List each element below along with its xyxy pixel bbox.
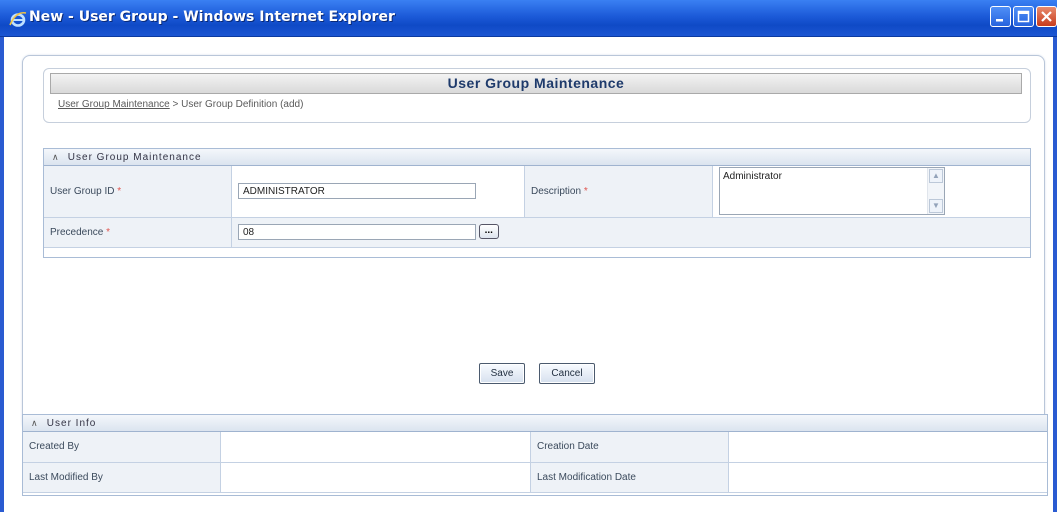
minimize-icon xyxy=(996,19,1003,22)
description-textarea[interactable]: Administrator ▲ ▼ xyxy=(719,167,945,216)
breadcrumb-link-user-group-maintenance[interactable]: User Group Maintenance xyxy=(58,99,170,110)
precedence-label: Precedence xyxy=(50,226,104,238)
last-modified-by-value xyxy=(220,462,531,493)
user-group-id-label-cell: User Group ID * xyxy=(44,166,232,218)
description-scrollbar[interactable]: ▲ ▼ xyxy=(927,168,944,215)
user-info-table: Created By Creation Date Last Modified B… xyxy=(23,432,1047,493)
close-icon xyxy=(1041,11,1052,22)
maximize-icon xyxy=(1017,10,1030,23)
last-modification-date-label: Last Modification Date xyxy=(530,462,729,493)
close-button[interactable] xyxy=(1036,6,1057,27)
ie-icon xyxy=(8,9,28,29)
creation-date-label: Creation Date xyxy=(530,432,729,463)
maximize-button[interactable] xyxy=(1013,6,1034,27)
minimize-button[interactable] xyxy=(990,6,1011,27)
precedence-label-cell: Precedence * xyxy=(44,217,232,248)
user-group-maintenance-section: ∧ User Group Maintenance User Group ID *… xyxy=(43,148,1031,258)
breadcrumb-separator: > xyxy=(169,99,182,110)
precedence-value-cell: 08 ... xyxy=(231,217,1030,248)
required-marker: * xyxy=(583,185,588,197)
scroll-down-icon[interactable]: ▼ xyxy=(929,199,943,214)
user-group-id-input[interactable]: ADMINISTRATOR xyxy=(238,183,476,200)
main-panel: User Group Maintenance User Group Mainte… xyxy=(22,55,1045,431)
cancel-button[interactable]: Cancel xyxy=(539,363,595,384)
precedence-lookup-button[interactable]: ... xyxy=(478,224,499,239)
maintenance-form: User Group ID * ADMINISTRATOR Descriptio… xyxy=(44,166,1030,248)
last-modification-date-value xyxy=(728,462,1047,493)
section-header[interactable]: ∧ User Group Maintenance xyxy=(44,149,1030,166)
breadcrumb: User Group Maintenance > User Group Defi… xyxy=(58,99,303,110)
collapse-icon[interactable]: ∧ xyxy=(31,415,43,431)
description-text: Administrator xyxy=(723,171,782,183)
description-label-cell: Description * xyxy=(524,166,713,218)
page-header: User Group Maintenance User Group Mainte… xyxy=(43,68,1031,123)
precedence-input[interactable]: 08 xyxy=(238,224,476,240)
window-title: New - User Group - Windows Internet Expl… xyxy=(29,9,395,25)
section-title: User Group Maintenance xyxy=(67,152,202,163)
section-header[interactable]: ∧ User Info xyxy=(23,415,1047,432)
user-info-section: ∧ User Info Created By Creation Date Las… xyxy=(22,414,1048,496)
user-group-id-label: User Group ID xyxy=(50,185,115,197)
scroll-up-icon[interactable]: ▲ xyxy=(929,169,943,184)
window-title-bar[interactable]: New - User Group - Windows Internet Expl… xyxy=(0,0,1057,37)
save-button[interactable]: Save xyxy=(479,363,525,384)
created-by-value xyxy=(220,432,531,463)
last-modified-by-label: Last Modified By xyxy=(23,462,221,493)
required-marker: * xyxy=(117,185,122,197)
creation-date-value xyxy=(728,432,1047,463)
created-by-label: Created By xyxy=(23,432,221,463)
collapse-icon[interactable]: ∧ xyxy=(52,149,64,165)
section-title: User Info xyxy=(46,418,97,429)
required-marker: * xyxy=(106,226,111,238)
browser-content: User Group Maintenance User Group Mainte… xyxy=(4,37,1053,512)
description-label: Description xyxy=(531,185,582,197)
breadcrumb-current: User Group Definition (add) xyxy=(181,99,304,110)
page-title: User Group Maintenance xyxy=(50,73,1022,94)
user-group-id-value-cell: ADMINISTRATOR xyxy=(231,166,525,218)
description-value-cell: Administrator ▲ ▼ xyxy=(712,166,1030,218)
